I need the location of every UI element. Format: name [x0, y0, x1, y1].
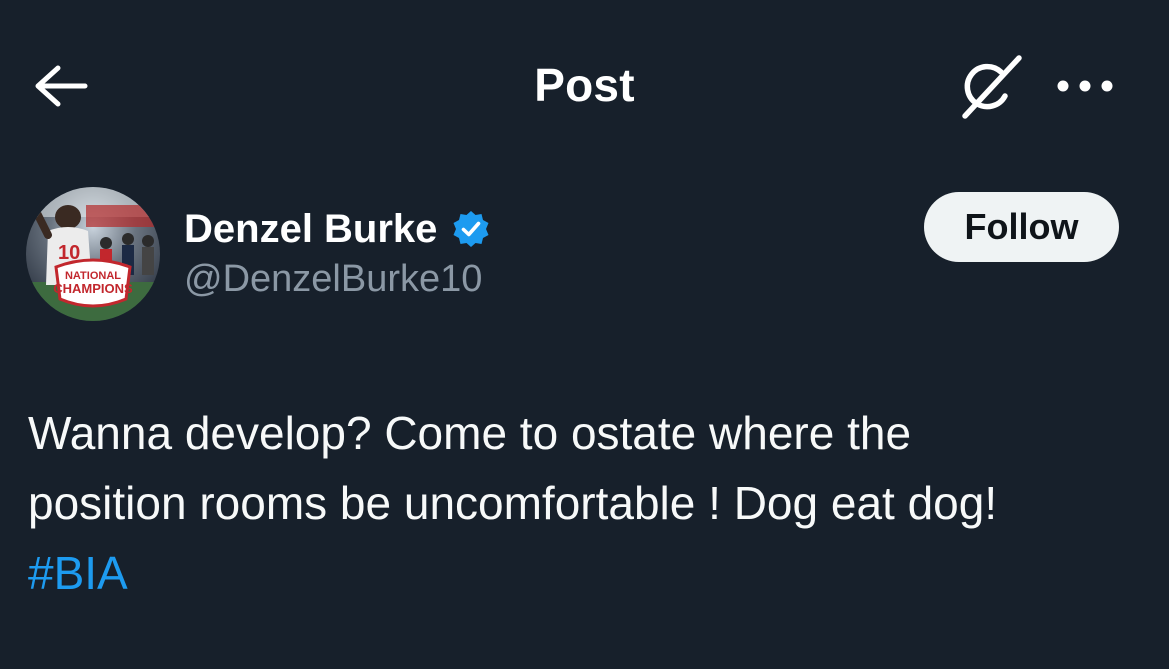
more-options-button[interactable]	[1052, 64, 1118, 108]
grok-icon	[962, 55, 1022, 119]
verified-badge-icon[interactable]	[451, 209, 491, 249]
top-bar: Post	[0, 0, 1169, 172]
author-name[interactable]: Denzel Burke	[184, 207, 437, 252]
more-horizontal-icon	[1057, 80, 1113, 92]
tweet-line-2: position rooms be uncomfortable ! Dog ea…	[28, 477, 998, 529]
avatar[interactable]: 10 NATIONAL CHAMPIONS	[26, 187, 160, 321]
follow-button[interactable]: Follow	[924, 192, 1119, 262]
tweet-line-1: Wanna develop? Come to ostate where the	[28, 407, 912, 459]
tweet-text: Wanna develop? Come to ostate where the …	[28, 398, 1148, 608]
svg-text:CHAMPIONS: CHAMPIONS	[53, 281, 133, 296]
avatar-image: 10 NATIONAL CHAMPIONS	[26, 187, 160, 321]
hashtag-link[interactable]: #BIA	[28, 547, 128, 599]
author-handle[interactable]: @DenzelBurke10	[184, 258, 482, 301]
post-screen: Post 10 NATIONAL CHAMPIONS Denzel Burke …	[0, 0, 1169, 669]
grok-button[interactable]	[952, 52, 1028, 122]
author-name-row[interactable]: Denzel Burke	[184, 204, 491, 254]
